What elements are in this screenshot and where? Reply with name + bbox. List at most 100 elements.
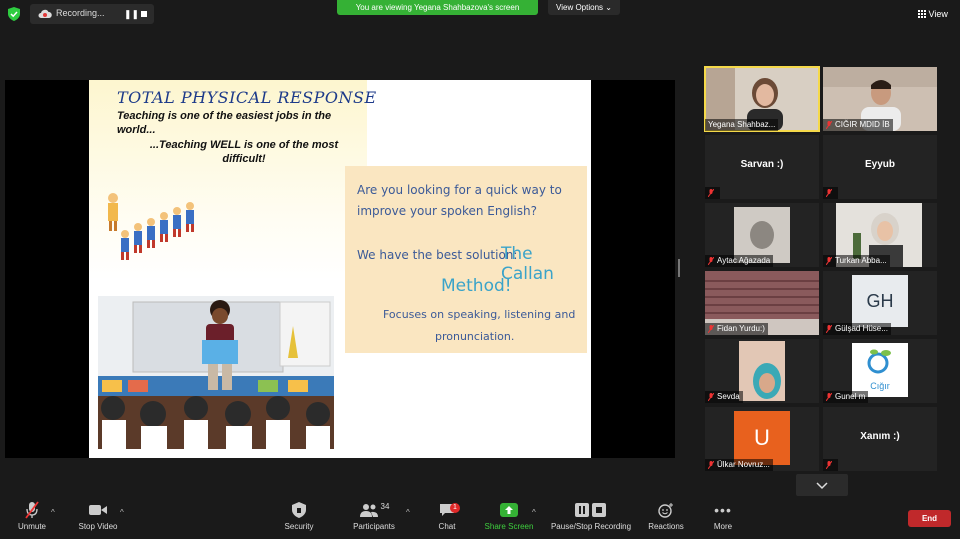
recording-label: Recording... xyxy=(56,8,105,18)
participant-tile[interactable]: Turkan Abba... xyxy=(823,203,937,267)
muted-mic-icon xyxy=(707,324,715,334)
cloud-recording-icon xyxy=(38,9,52,18)
muted-mic-icon xyxy=(707,188,715,198)
stop-video-button[interactable]: Stop Video xyxy=(73,501,123,531)
muted-mic-icon xyxy=(707,392,715,402)
unmute-label: Unmute xyxy=(17,522,46,531)
chevron-down-icon xyxy=(816,482,828,490)
end-meeting-button[interactable]: End xyxy=(908,510,951,527)
participant-name: Aytac Ağazada xyxy=(717,256,771,265)
participant-name: CIĞIR MDID İB xyxy=(835,120,890,129)
participant-name-row: Gunel m xyxy=(823,391,869,403)
participants-count: 34 xyxy=(380,501,390,511)
callan-focus-line1: Focuses on speaking, listening and xyxy=(383,308,576,321)
stop-video-label: Stop Video xyxy=(78,522,118,531)
cigir-logo-text: Cığır xyxy=(870,381,890,391)
participant-tile[interactable]: Xanım :) xyxy=(823,407,937,471)
participant-initials-avatar: U xyxy=(734,411,790,465)
security-label: Security xyxy=(284,522,314,531)
participants-options-caret[interactable]: ^ xyxy=(406,508,410,517)
callan-question: Are you looking for a quick way to impro… xyxy=(357,183,562,218)
participant-name-row xyxy=(823,459,838,471)
chevron-down-icon: ⌄ xyxy=(605,3,612,12)
muted-mic-icon xyxy=(825,188,833,198)
muted-mic-icon xyxy=(707,460,715,470)
security-button[interactable]: Security xyxy=(280,501,318,531)
participant-name-row: Fidan Yurdu:) xyxy=(705,323,768,335)
classroom-photo xyxy=(98,296,334,449)
participant-display-name: Sarvan :) xyxy=(740,159,784,170)
participant-tile[interactable]: Cığır Gunel m xyxy=(823,339,937,403)
participant-name: Fidan Yurdu:) xyxy=(717,324,765,333)
unmute-button[interactable]: Unmute xyxy=(12,501,52,531)
share-screen-icon xyxy=(500,503,518,517)
chat-unread-badge: 1 xyxy=(450,503,460,513)
participant-tile[interactable]: GH Gülşad Hüse... xyxy=(823,271,937,335)
callan-method-box: Are you looking for a quick way to impro… xyxy=(345,166,587,353)
viewing-screen-banner: You are viewing Yegana Shahbazova's scre… xyxy=(337,0,538,15)
participant-tile[interactable]: Sarvan :) xyxy=(705,135,819,199)
more-label: More xyxy=(713,522,733,531)
muted-mic-icon xyxy=(825,460,833,470)
top-bar: Recording... ❚❚ You are viewing Yegana S… xyxy=(0,0,960,28)
participant-display-name: Eyyub xyxy=(864,159,895,170)
shield-icon[interactable] xyxy=(8,7,20,21)
more-button[interactable]: ••• More xyxy=(708,501,738,531)
meeting-toolbar: Unmute ^ Stop Video ^ Security 34 Partic… xyxy=(0,497,960,539)
participant-name-row: Sevda xyxy=(705,391,743,403)
participant-tile[interactable]: Sevda xyxy=(705,339,819,403)
shield-icon xyxy=(292,502,306,518)
slide-quote-line1: Teaching is one of the easiest jobs in t… xyxy=(117,110,332,136)
participant-tile[interactable]: Aytac Ağazada xyxy=(705,203,819,267)
view-button[interactable]: View xyxy=(918,9,948,19)
share-options-caret[interactable]: ^ xyxy=(532,508,536,517)
pause-stop-icon xyxy=(575,503,606,517)
chat-button[interactable]: Chat 1 xyxy=(432,501,462,531)
stop-recording-icon[interactable] xyxy=(141,11,147,17)
participant-name: Gunel m xyxy=(835,392,866,401)
participants-label: Participants xyxy=(353,522,395,531)
muted-mic-icon xyxy=(707,256,715,266)
participant-name-row: Gülşad Hüse... xyxy=(823,323,891,335)
resize-handle[interactable] xyxy=(678,259,680,277)
participant-initials-avatar: GH xyxy=(852,275,908,327)
participant-name-row xyxy=(823,187,838,199)
participant-name-row: CIĞIR MDID İB xyxy=(823,119,893,131)
callan-focus-line2: pronunciation. xyxy=(435,330,515,343)
teacher-students-clipart xyxy=(108,193,194,260)
callan-best-solution: We have the best solution: xyxy=(357,248,518,262)
participants-icon xyxy=(359,504,378,517)
record-label: Pause/Stop Recording xyxy=(550,522,632,531)
participants-button[interactable]: 34 Participants xyxy=(348,501,400,532)
participant-tile[interactable]: CIĞIR MDID İB xyxy=(823,67,937,131)
muted-mic-icon xyxy=(825,392,833,402)
participant-tile[interactable]: Fidan Yurdu:) xyxy=(705,271,819,335)
view-options-button[interactable]: View Options ⌄ xyxy=(548,0,620,15)
share-screen-button[interactable]: Share Screen xyxy=(482,501,536,531)
presentation-slide: TOTAL PHYSICAL RESPONSE Teaching is one … xyxy=(89,80,591,458)
ellipsis-icon: ••• xyxy=(714,502,732,518)
chat-label: Chat xyxy=(438,522,456,531)
callan-name-line1: The Callan xyxy=(501,244,554,284)
muted-mic-icon xyxy=(825,120,833,130)
participant-display-name: Xanım :) xyxy=(860,431,900,442)
smiley-icon xyxy=(658,503,673,518)
pause-stop-recording-button[interactable]: Pause/Stop Recording xyxy=(548,501,634,531)
video-options-caret[interactable]: ^ xyxy=(120,508,124,517)
reactions-button[interactable]: Reactions xyxy=(646,501,686,531)
view-label: View xyxy=(928,9,948,19)
view-options-label: View Options xyxy=(556,3,604,12)
reactions-label: Reactions xyxy=(648,522,684,531)
pause-recording-icon[interactable]: ❚❚ xyxy=(124,9,139,20)
audio-options-caret[interactable]: ^ xyxy=(51,508,55,517)
participant-tile[interactable]: U Ülkar Novruz... xyxy=(705,407,819,471)
video-camera-icon xyxy=(89,505,107,515)
muted-microphone-icon xyxy=(25,501,39,519)
share-screen-label: Share Screen xyxy=(484,522,534,531)
muted-mic-icon xyxy=(825,256,833,266)
muted-mic-icon xyxy=(825,324,833,334)
participant-tile[interactable]: Yegana Shahbaz... xyxy=(704,66,820,132)
participant-name-row xyxy=(705,187,720,199)
gallery-scroll-down-button[interactable] xyxy=(796,474,848,496)
participant-tile[interactable]: Eyyub xyxy=(823,135,937,199)
